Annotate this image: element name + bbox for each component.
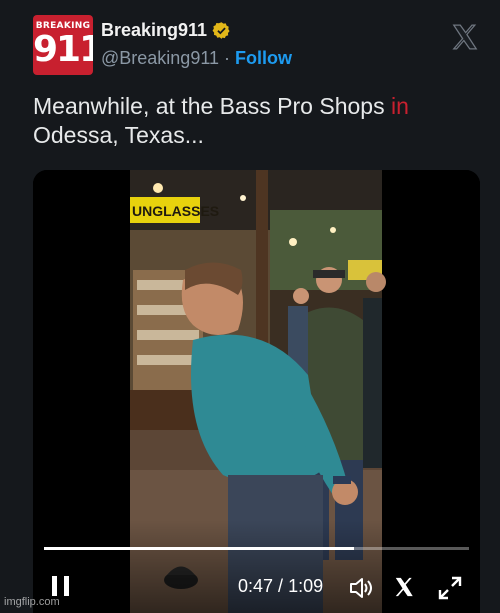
store-sign-text: UNGLASSES: [132, 203, 219, 219]
handle-row: @Breaking911 · Follow: [101, 48, 292, 69]
tweet-text: Meanwhile, at the Bass Pro Shops in Odes…: [33, 92, 463, 150]
pause-icon[interactable]: [50, 574, 72, 598]
time-separator: /: [273, 576, 289, 596]
fullscreen-icon[interactable]: [437, 575, 463, 601]
video-player[interactable]: UNGLASSES 0:47 / 1:09: [33, 170, 480, 613]
tweet-text-highlight: in: [384, 93, 409, 119]
time-display: 0:47 / 1:09: [238, 576, 323, 597]
watermark: imgflip.com: [4, 596, 60, 608]
verified-badge-icon: [212, 22, 230, 39]
follow-button[interactable]: Follow: [235, 48, 292, 68]
progress-fill: [44, 547, 355, 550]
name-row: Breaking911: [101, 20, 231, 41]
separator-dot: ·: [224, 48, 231, 68]
tweet-text-line1: Meanwhile, at the Bass Pro Shops: [33, 93, 385, 119]
avatar[interactable]: BREAKING 911: [33, 15, 93, 75]
progress-bar[interactable]: [44, 547, 469, 550]
tweet-text-line2: Odessa, Texas...: [33, 122, 204, 148]
avatar-big-text: 911: [33, 29, 93, 70]
current-time: 0:47: [238, 576, 274, 596]
x-icon[interactable]: [393, 576, 415, 598]
tweet-card: BREAKING 911 Breaking911 @Breaking911 · Fo…: [0, 0, 500, 613]
display-name[interactable]: Breaking911: [101, 20, 207, 41]
x-logo-icon[interactable]: [450, 22, 480, 52]
handle[interactable]: @Breaking911: [101, 48, 219, 68]
volume-icon[interactable]: [348, 575, 374, 601]
duration: 1:09: [288, 576, 324, 596]
